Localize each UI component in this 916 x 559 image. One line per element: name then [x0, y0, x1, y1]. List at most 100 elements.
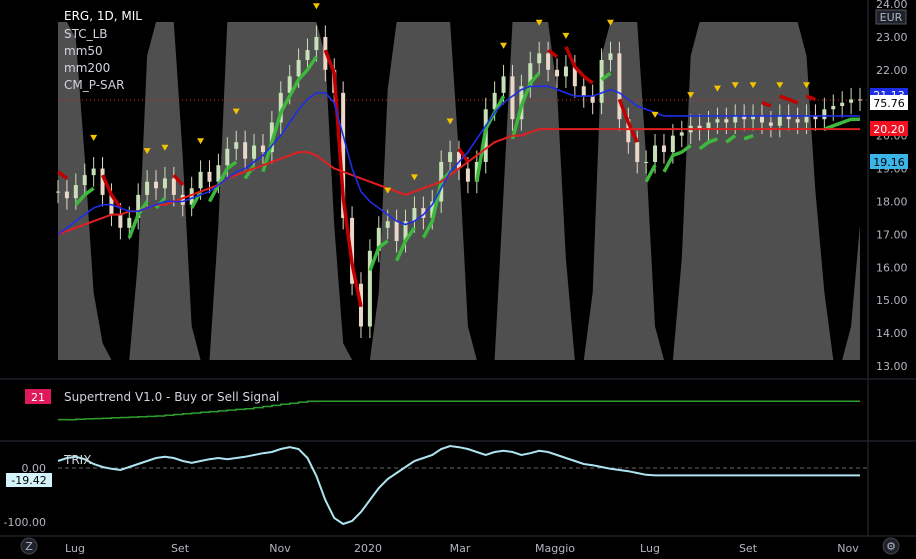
badge-mm200: 20.20 — [870, 121, 908, 136]
time-axis[interactable]: Lug Set Nov 2020 Mar Maggio Lug Set Nov — [65, 542, 859, 555]
legend-psar[interactable]: CM_P-SAR — [64, 78, 124, 92]
candle-body-59 — [581, 86, 586, 97]
legend-mm200[interactable]: mm200 — [64, 61, 110, 75]
candle-body-66 — [644, 161, 649, 163]
candle-body-28 — [305, 50, 310, 60]
candle-body-12 — [162, 178, 167, 189]
candle-body-69 — [670, 135, 675, 153]
supertrend-badge-text: 21 — [31, 391, 45, 404]
candle-body-44 — [448, 152, 453, 162]
candle-body-75 — [724, 119, 729, 123]
candle-body-63 — [617, 53, 622, 120]
badge-psar: 19.16 — [870, 154, 908, 169]
supertrend-label[interactable]: Supertrend V1.0 - Buy or Sell Signal — [64, 390, 279, 404]
settings-button[interactable]: ⚙ — [882, 537, 900, 555]
price-tick-0: 24.00 — [876, 0, 908, 11]
candle-body-17 — [207, 171, 212, 182]
time-tick-1: Set — [171, 542, 190, 555]
time-tick-7: Set — [739, 542, 758, 555]
time-tick-5: Maggio — [535, 542, 575, 555]
candle-body-70 — [679, 132, 684, 136]
candle-body-23 — [260, 145, 265, 153]
badge-mm200-text: 20.20 — [873, 123, 905, 136]
candle-body-74 — [715, 119, 720, 123]
candle-body-1 — [64, 191, 69, 199]
candle-body-3 — [82, 175, 87, 185]
supertrend-badge: 21 — [25, 389, 51, 404]
candle-body-10 — [145, 181, 150, 195]
candle-body-50 — [501, 76, 506, 93]
gear-icon: ⚙ — [886, 540, 896, 553]
candle-body-87 — [831, 106, 836, 110]
price-tick-10: 14.00 — [876, 327, 908, 340]
price-tick-8: 16.00 — [876, 261, 908, 274]
candle-body-8 — [127, 217, 132, 228]
price-tick-1: 23.00 — [876, 31, 908, 44]
candle-body-20 — [234, 142, 239, 149]
timezone-button[interactable]: Z — [20, 537, 38, 555]
candle-body-56 — [555, 69, 560, 77]
candle-body-76 — [733, 115, 738, 123]
candle-body-73 — [706, 122, 711, 130]
candle-body-84 — [804, 115, 809, 123]
candle-body-37 — [385, 221, 390, 228]
candle-body-90 — [858, 99, 862, 101]
candle-body-38 — [394, 221, 399, 241]
time-tick-6: Lug — [640, 542, 660, 555]
badge-stc: 75.76 — [870, 95, 908, 110]
timezone-icon: Z — [25, 540, 33, 553]
price-tick-7: 17.00 — [876, 228, 908, 241]
candle-body-13 — [171, 178, 176, 195]
candle-body-46 — [465, 168, 470, 182]
time-tick-0: Lug — [65, 542, 85, 555]
candle-body-22 — [252, 145, 257, 159]
candle-body-81 — [777, 115, 782, 126]
candle-body-27 — [296, 59, 301, 77]
candle-body-54 — [537, 53, 542, 64]
badge-stc-text: 75.76 — [873, 97, 905, 110]
candle-body-86 — [822, 109, 827, 120]
currency-label[interactable]: EUR — [875, 9, 907, 25]
candle-body-88 — [840, 102, 845, 107]
candle-body-61 — [599, 59, 604, 103]
candle-body-14 — [180, 194, 185, 205]
currency-text: EUR — [880, 11, 903, 24]
candle-body-0 — [56, 191, 60, 193]
candle-body-60 — [590, 96, 595, 103]
candle-body-67 — [653, 145, 658, 162]
trix-badge-text: -19.42 — [11, 474, 46, 487]
candle-body-79 — [759, 115, 764, 123]
price-tick-9: 15.00 — [876, 294, 908, 307]
trix-label[interactable]: TRIX — [63, 453, 91, 467]
candle-body-2 — [73, 185, 78, 199]
trix-badge: -19.42 — [6, 473, 52, 487]
candle-body-7 — [118, 214, 123, 228]
legend-mm50[interactable]: mm50 — [64, 44, 103, 58]
time-tick-2: Nov — [269, 542, 291, 555]
candle-body-57 — [563, 66, 568, 77]
price-tick-2: 22.00 — [876, 64, 908, 77]
candle-body-89 — [849, 99, 854, 103]
time-tick-4: Mar — [450, 542, 471, 555]
candle-body-68 — [661, 145, 666, 153]
price-tick-11: 13.00 — [876, 360, 908, 373]
candle-body-11 — [154, 181, 159, 189]
candle-body-55 — [546, 53, 551, 70]
candle-body-29 — [314, 36, 319, 51]
legend-stc[interactable]: STC_LB — [64, 27, 108, 41]
time-tick-3: 2020 — [354, 542, 382, 555]
price-tick-6: 18.00 — [876, 195, 908, 208]
candle-body-65 — [635, 142, 640, 162]
candle-body-19 — [225, 148, 230, 166]
candle-body-21 — [243, 142, 248, 159]
symbol-title: ERG, 1D, MIL — [64, 9, 142, 23]
candle-body-80 — [768, 122, 773, 126]
candle-body-83 — [795, 119, 800, 123]
chart-root[interactable]: ERG, 1D, MIL STC_LB mm50 mm200 CM_P-SAR … — [0, 0, 916, 559]
time-tick-8: Nov — [837, 542, 859, 555]
trix-tick-neg100: -100.00 — [4, 516, 46, 529]
candle-body-4 — [91, 168, 96, 176]
candle-body-16 — [198, 171, 203, 189]
badge-psar-text: 19.16 — [873, 156, 905, 169]
candle-body-62 — [608, 53, 613, 60]
